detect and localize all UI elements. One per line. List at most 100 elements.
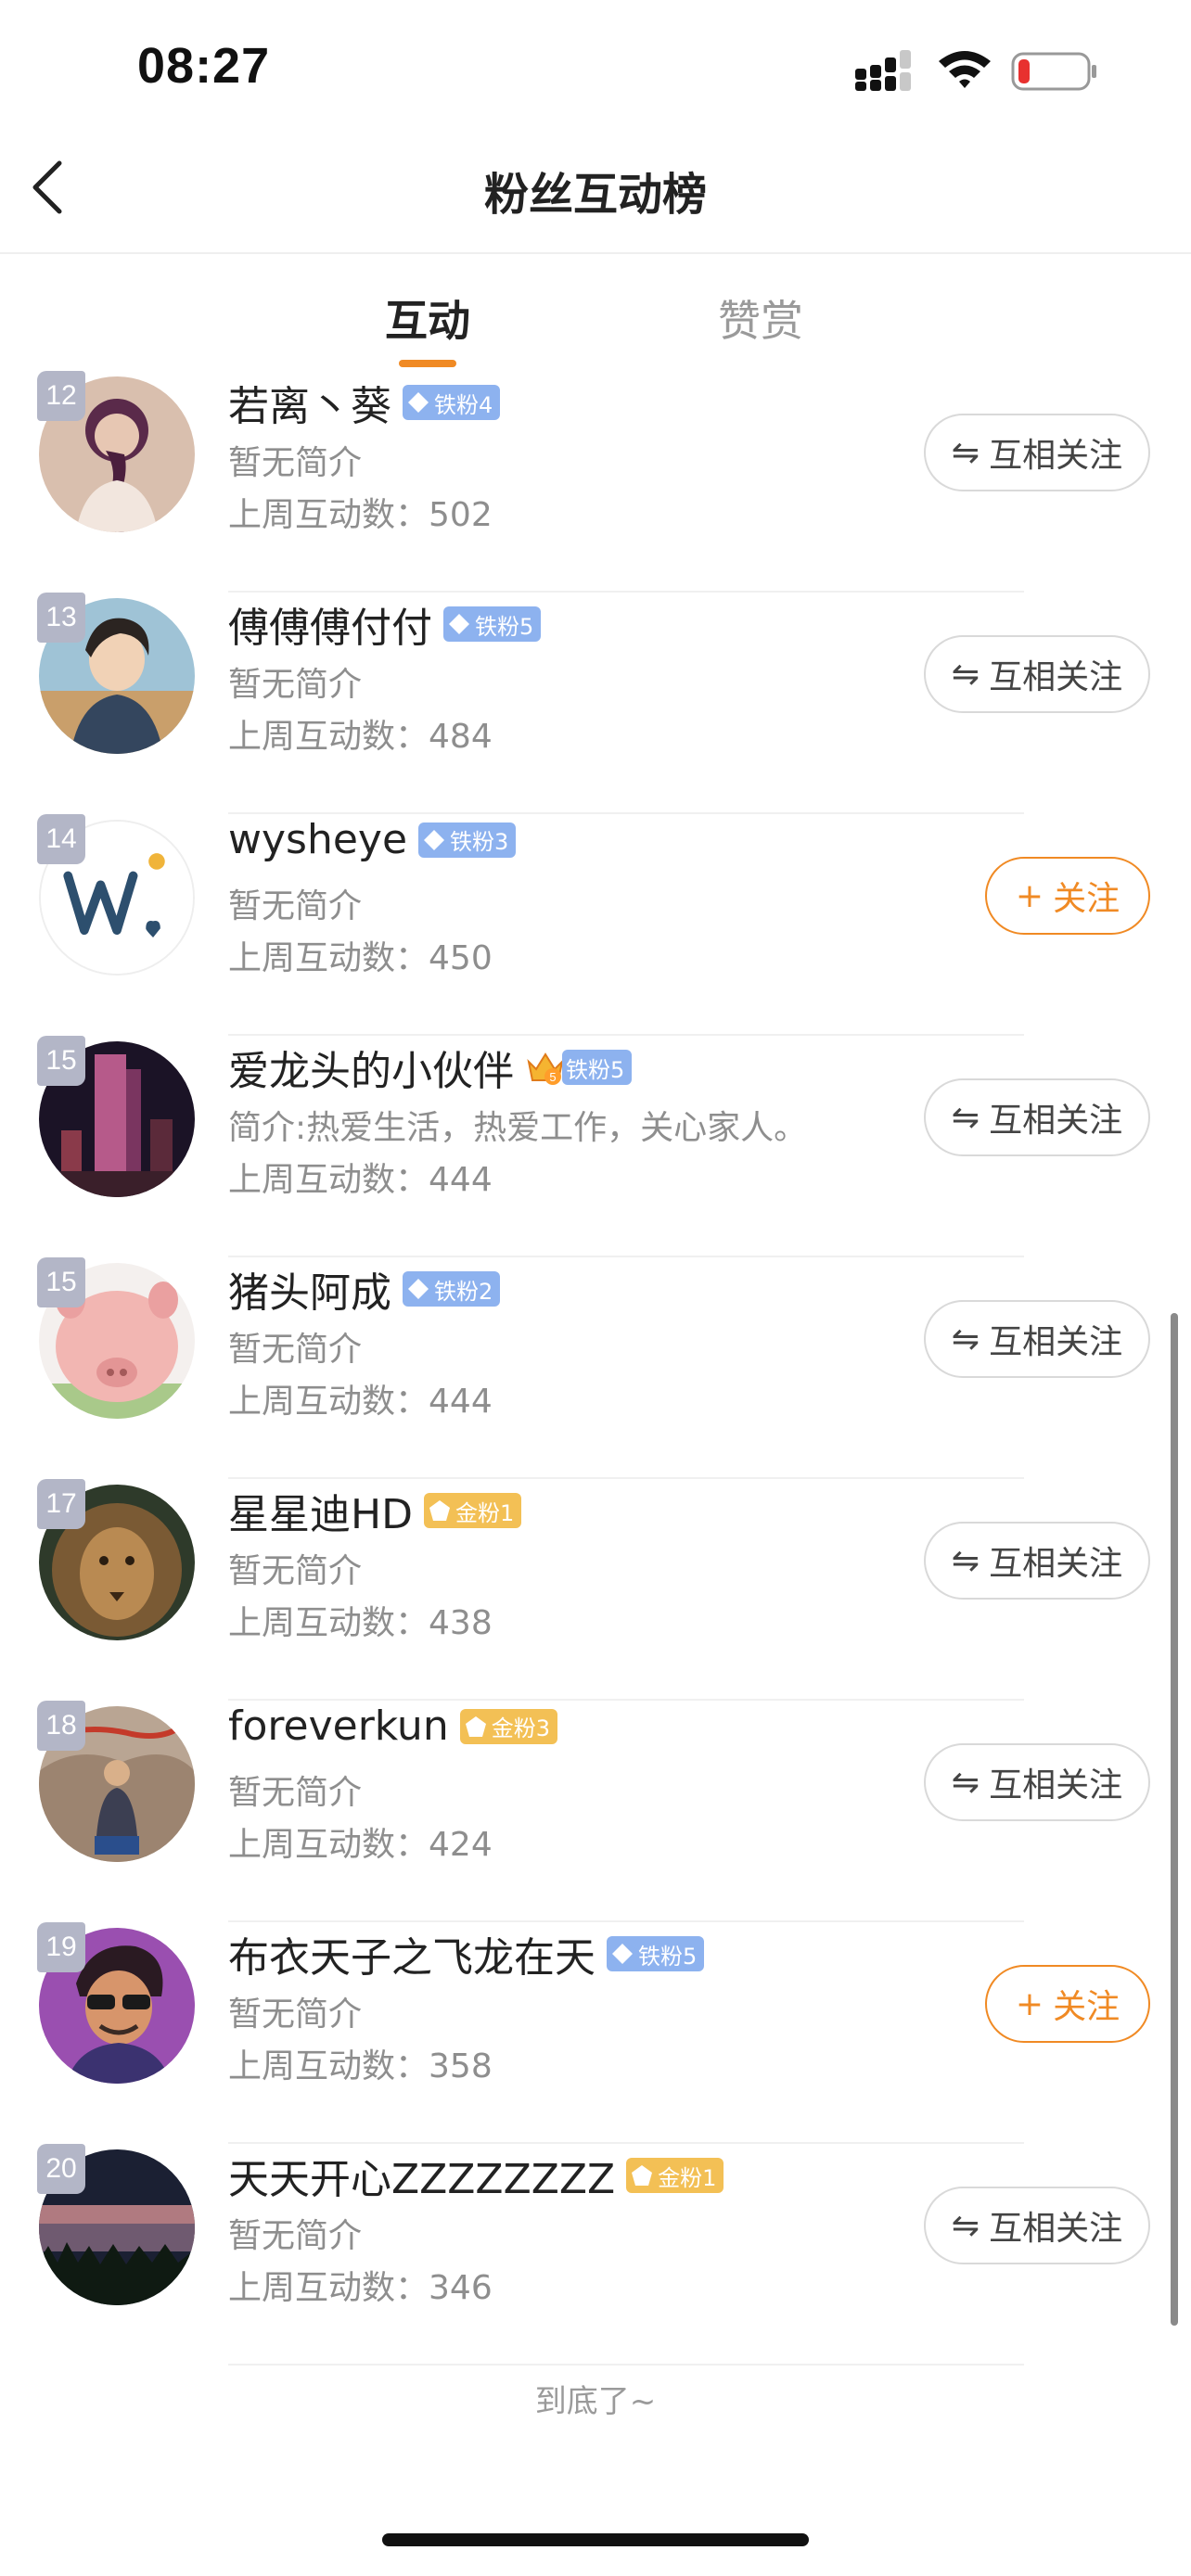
rank-badge: 14 bbox=[37, 814, 85, 864]
fan-level-badge: 铁粉5 bbox=[607, 1936, 705, 1971]
active-tab-indicator bbox=[399, 360, 456, 367]
fan-bio: 简介:热爱生活，热爱工作，关心家人。 bbox=[228, 1109, 808, 1147]
button-label: 关注 bbox=[1053, 1988, 1121, 2026]
fan-name[interactable]: 布衣天子之飞龙在天 bbox=[228, 1924, 596, 1983]
fan-bio: 暂无简介 bbox=[228, 1331, 363, 1369]
scrollbar[interactable] bbox=[1171, 1313, 1178, 2326]
list-item[interactable]: 17 星星迪HD 金粉1 暂无简介 上周互动数：438 ⇋ 互相关注 bbox=[0, 1479, 1191, 1701]
fan-bio: 暂无简介 bbox=[228, 2217, 363, 2255]
count-value: 444 bbox=[429, 1161, 493, 1199]
fan-name-row: 爱龙头的小伙伴 5 铁粉5 bbox=[228, 1038, 633, 1097]
fan-name-row: wysheye 铁粉3 bbox=[228, 816, 517, 863]
mutual-follow-button[interactable]: ⇋ 互相关注 bbox=[924, 414, 1150, 491]
fan-name[interactable]: foreverkun bbox=[228, 1702, 449, 1750]
tab-interaction[interactable]: 互动 bbox=[335, 287, 520, 349]
button-label: 关注 bbox=[1053, 880, 1121, 918]
list-item[interactable]: 15 猪头阿成 铁粉2 暂无简介 上周互动数：444 ⇋ 互相关注 bbox=[0, 1257, 1191, 1479]
fan-interaction-count: 上周互动数：346 bbox=[228, 2261, 493, 2309]
fan-level-badge: 铁粉5 bbox=[562, 1050, 633, 1085]
fan-level-label: 铁粉2 bbox=[434, 1278, 493, 1305]
mutual-follow-button[interactable]: ⇋ 互相关注 bbox=[924, 1300, 1150, 1378]
swap-arrows-icon: ⇋ bbox=[951, 1098, 980, 1137]
list-item[interactable]: 19 布衣天子之飞龙在天 铁粉5 暂无简介 上周互动数：358 + 关注 bbox=[0, 1922, 1191, 2144]
rank-badge: 19 bbox=[37, 1922, 85, 1972]
list-item[interactable]: 18 foreverkun 金粉3 暂无简介 上周互动数：424 ⇋ 互相关注 bbox=[0, 1701, 1191, 1922]
fan-name-row: 若离丶葵 铁粉4 bbox=[228, 373, 501, 432]
list-item[interactable]: 20 天天开心ZZZZZZZZ 金粉1 暂无简介 上周互动数：346 ⇋ 互相关注 bbox=[0, 2144, 1191, 2366]
tab-tipping[interactable]: 赞赏 bbox=[668, 287, 853, 349]
home-indicator[interactable] bbox=[382, 2533, 809, 2546]
tab-bar: 互动 赞赏 bbox=[0, 254, 1191, 375]
mutual-follow-button[interactable]: ⇋ 互相关注 bbox=[924, 1522, 1150, 1600]
diamond-icon bbox=[408, 1279, 429, 1299]
count-value: 450 bbox=[429, 939, 493, 977]
end-of-list-text: 到底了~ bbox=[534, 2383, 657, 2420]
count-value: 424 bbox=[429, 1826, 493, 1864]
rank-badge: 13 bbox=[37, 593, 85, 643]
rank-badge: 12 bbox=[37, 371, 85, 421]
fan-level-label: 金粉1 bbox=[658, 2164, 717, 2191]
mutual-follow-button[interactable]: ⇋ 互相关注 bbox=[924, 1078, 1150, 1156]
fan-level-label: 铁粉4 bbox=[434, 391, 493, 418]
fan-name[interactable]: 傅傅傅付付 bbox=[228, 594, 432, 654]
fan-level-badge: 铁粉3 bbox=[418, 822, 517, 858]
fan-name[interactable]: 星星迪HD bbox=[228, 1481, 413, 1540]
mutual-follow-button[interactable]: ⇋ 互相关注 bbox=[924, 635, 1150, 713]
fan-name[interactable]: 爱龙头的小伙伴 bbox=[228, 1038, 514, 1097]
status-time: 08:27 bbox=[137, 38, 271, 94]
list-item[interactable]: 14 wysheye 铁粉3 暂无简介 上周互动数：450 + 关注 bbox=[0, 814, 1191, 1036]
nav-header: 粉丝互动榜 bbox=[0, 130, 1191, 254]
cellular-signal-icon bbox=[855, 50, 911, 91]
fan-level-label: 铁粉5 bbox=[475, 613, 534, 640]
crown-icon: 5 bbox=[527, 1052, 564, 1085]
button-label: 互相关注 bbox=[989, 1545, 1123, 1583]
count-label: 上周互动数： bbox=[228, 2269, 429, 2307]
count-label: 上周互动数： bbox=[228, 939, 429, 977]
fan-name-row: foreverkun 金粉3 bbox=[228, 1702, 557, 1750]
gold-gem-icon bbox=[429, 1500, 450, 1521]
count-label: 上周互动数： bbox=[228, 496, 429, 534]
fan-interaction-count: 上周互动数：424 bbox=[228, 1817, 493, 1866]
divider bbox=[228, 2364, 1024, 2366]
rank-badge: 15 bbox=[37, 1257, 85, 1307]
count-value: 358 bbox=[429, 2047, 493, 2085]
count-label: 上周互动数： bbox=[228, 1604, 429, 1642]
fan-name[interactable]: 若离丶葵 bbox=[228, 373, 391, 432]
rank-badge: 18 bbox=[37, 1701, 85, 1751]
rank-badge: 17 bbox=[37, 1479, 85, 1529]
count-value: 438 bbox=[429, 1604, 493, 1642]
diamond-icon bbox=[612, 1944, 633, 1964]
fan-name-row: 天天开心ZZZZZZZZ 金粉1 bbox=[228, 2146, 724, 2205]
gold-gem-icon bbox=[632, 2165, 653, 2186]
diamond-icon bbox=[449, 614, 469, 634]
count-label: 上周互动数： bbox=[228, 2047, 429, 2085]
button-label: 互相关注 bbox=[989, 1323, 1123, 1361]
fan-level-label: 金粉3 bbox=[491, 1715, 550, 1741]
diamond-icon bbox=[424, 829, 445, 850]
fan-level-label: 铁粉3 bbox=[450, 829, 509, 855]
wifi-icon bbox=[939, 51, 991, 88]
list-item[interactable]: 15 爱龙头的小伙伴 5 铁粉5 简介:热爱生活，热爱工作，关心家人。 上周互动… bbox=[0, 1036, 1191, 1257]
mutual-follow-button[interactable]: ⇋ 互相关注 bbox=[924, 2187, 1150, 2264]
fan-level-badge: 铁粉2 bbox=[403, 1271, 501, 1307]
button-label: 互相关注 bbox=[989, 2210, 1123, 2248]
list-item[interactable]: 12 若离丶葵 铁粉4 暂无简介 上周互动数：502 ⇋ 互相关注 bbox=[0, 371, 1191, 593]
follow-button[interactable]: + 关注 bbox=[985, 1965, 1150, 2043]
fan-level-badge: 铁粉4 bbox=[403, 385, 501, 420]
fan-name-row: 星星迪HD 金粉1 bbox=[228, 1481, 522, 1540]
fan-level-label: 金粉1 bbox=[455, 1499, 515, 1526]
fan-name[interactable]: 猪头阿成 bbox=[228, 1259, 391, 1319]
fan-level-badge: 铁粉5 bbox=[443, 606, 542, 642]
mutual-follow-button[interactable]: ⇋ 互相关注 bbox=[924, 1743, 1150, 1821]
fan-name[interactable]: 天天开心ZZZZZZZZ bbox=[228, 2146, 615, 2205]
fan-name[interactable]: wysheye bbox=[228, 816, 407, 863]
fan-bio: 暂无简介 bbox=[228, 887, 363, 925]
follow-button[interactable]: + 关注 bbox=[985, 857, 1150, 935]
fan-interaction-count: 上周互动数：444 bbox=[228, 1153, 493, 1201]
fan-bio: 暂无简介 bbox=[228, 1996, 363, 2034]
swap-arrows-icon: ⇋ bbox=[951, 1320, 980, 1358]
fan-bio: 暂无简介 bbox=[228, 1552, 363, 1590]
swap-arrows-icon: ⇋ bbox=[951, 1541, 980, 1580]
swap-arrows-icon: ⇋ bbox=[951, 2206, 980, 2245]
list-item[interactable]: 13 傅傅傅付付 铁粉5 暂无简介 上周互动数：484 ⇋ 互相关注 bbox=[0, 593, 1191, 814]
